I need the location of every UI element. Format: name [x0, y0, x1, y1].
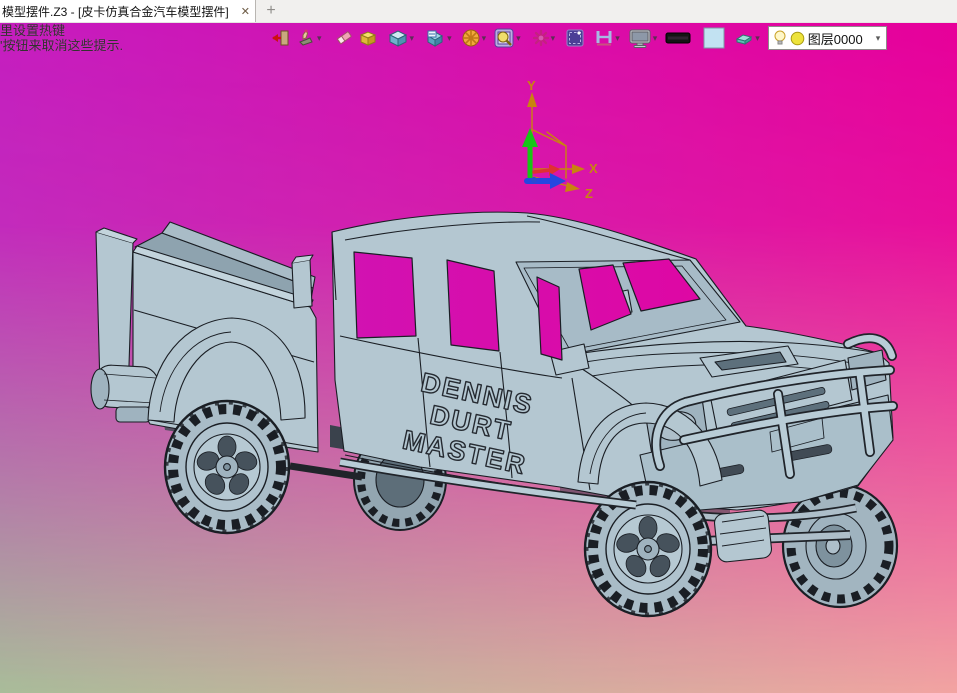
tab-bar: 模型摆件.Z3 - [皮卡仿真合金汽车模型摆件] ✕ + [0, 0, 957, 23]
h-beam-icon [596, 31, 612, 46]
wheel-dropdown-caret[interactable]: ▾ [482, 26, 487, 50]
hint-line-2: '按钮来取消这些提示. [0, 38, 124, 53]
select-region-icon [566, 29, 584, 47]
yellow-box-icon [359, 31, 376, 46]
display-button[interactable] [628, 26, 652, 50]
layer-selector[interactable]: 图层0000 ▾ [767, 26, 888, 50]
box-plane-button[interactable] [424, 26, 446, 50]
hint-line-1: 里设置热键 [0, 23, 66, 38]
display-dropdown-caret[interactable]: ▾ [653, 26, 658, 50]
cube-dropdown-caret[interactable]: ▾ [410, 26, 415, 50]
zoom-box-dropdown-caret[interactable]: ▾ [516, 26, 521, 50]
box-plane-dropdown-caret[interactable]: ▾ [447, 26, 452, 50]
axis-label-y: Y [527, 78, 536, 93]
exit-button[interactable] [271, 26, 291, 50]
pattern-flower-dropdown-caret[interactable]: ▾ [551, 26, 556, 50]
tab-close-icon[interactable]: ✕ [241, 5, 250, 18]
color-swatch-icon [703, 27, 725, 49]
display-icon [629, 29, 651, 48]
new-tab-button[interactable]: + [256, 0, 286, 22]
eraser-button[interactable] [335, 26, 353, 50]
3d-viewport[interactable]: Y X Z DENNIS DURT MASTER 里设置热键 '按钮来取消这些提… [0, 22, 957, 693]
eraser-3d-icon [736, 34, 753, 45]
zoom-box-button[interactable] [493, 26, 515, 50]
hotkey-dropdown-caret[interactable]: ▾ [317, 26, 322, 50]
rear-left-wheel [163, 399, 291, 535]
layer-bulb-icon [774, 30, 786, 45]
eraser-icon [336, 31, 352, 45]
layer-dropdown-caret[interactable]: ▾ [876, 26, 881, 50]
wheel-icon [462, 29, 480, 47]
cube-button[interactable] [387, 26, 409, 50]
zoom-box-icon [494, 28, 514, 48]
eraser-3d-button[interactable] [734, 26, 754, 50]
exit-icon [272, 30, 289, 46]
pattern-flower-button[interactable] [532, 26, 550, 50]
eraser-3d-dropdown-caret[interactable]: ▾ [755, 26, 760, 50]
layer-selector-value: 图层0000 [807, 31, 863, 47]
h-beam-dropdown-caret[interactable]: ▾ [615, 26, 620, 50]
wheel-button[interactable] [461, 26, 481, 50]
document-tab[interactable]: 模型摆件.Z3 - [皮卡仿真合金汽车模型摆件] ✕ [0, 0, 256, 22]
hotkey-hand-icon [299, 29, 313, 46]
yellow-box-button[interactable] [358, 26, 378, 50]
box-plane-icon [427, 30, 444, 47]
axis-label-z: Z [585, 186, 593, 201]
hint-overlay: 里设置热键 '按钮来取消这些提示. [0, 23, 123, 53]
line-width-button[interactable] [665, 26, 691, 50]
layer-color-icon [790, 31, 805, 45]
h-beam-button[interactable] [594, 26, 614, 50]
hotkey-hand-button[interactable] [296, 26, 316, 50]
tab-title: 模型摆件.Z3 - [皮卡仿真合金汽车模型摆件] [2, 4, 229, 19]
pattern-flower-icon [532, 29, 549, 47]
viewport-toolbar: ▾ ▾ ▾ ▾ ▾ ▾ ▾ ▾ ▾ 图层0000 ▾ [271, 25, 888, 51]
select-region-button[interactable] [565, 26, 585, 50]
axis-label-x: X [589, 161, 598, 176]
front-right-wheel [781, 483, 899, 609]
cube-icon [388, 30, 407, 47]
scene-canvas[interactable]: Y X Z DENNIS DURT MASTER [0, 22, 957, 693]
color-swatch-button[interactable] [703, 26, 725, 50]
line-width-icon [665, 32, 691, 44]
